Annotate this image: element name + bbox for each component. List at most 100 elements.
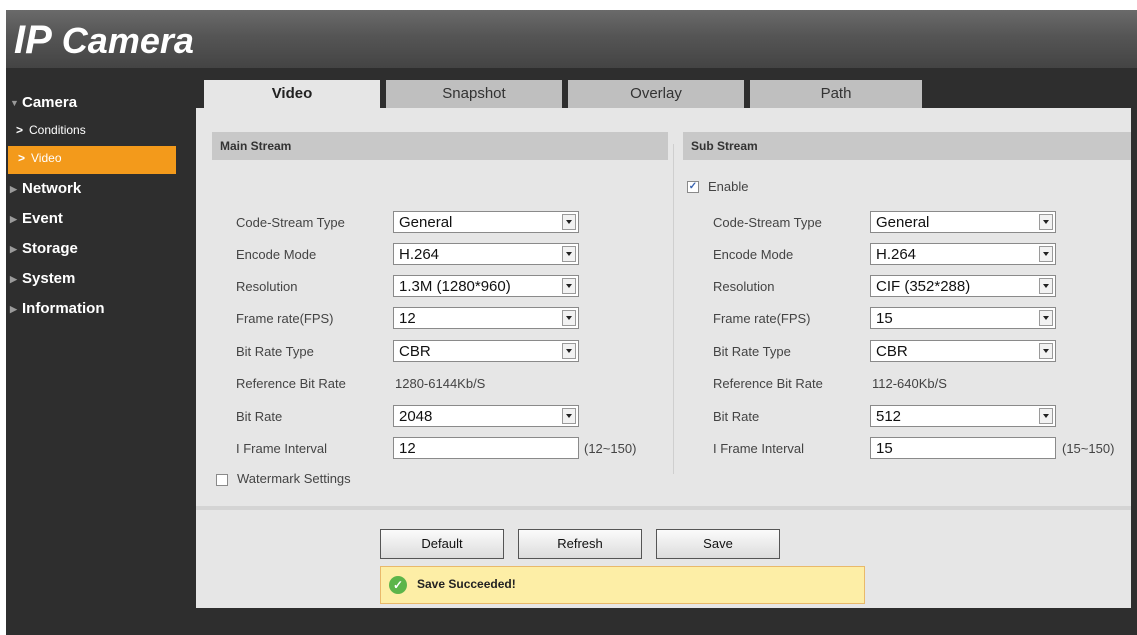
sidebar-item-label: Network xyxy=(22,180,82,197)
save-button[interactable]: Save xyxy=(656,529,780,559)
sidebar-item-camera[interactable]: ▼ Camera xyxy=(6,88,179,118)
sub-enable-checkbox[interactable]: ✓ xyxy=(687,181,699,193)
sub-encode-mode-select[interactable]: H.264 xyxy=(870,243,1056,265)
sub-frame-rate-select[interactable]: 15 xyxy=(870,307,1056,329)
select-value: CBR xyxy=(399,343,431,360)
status-message-text: Save Succeeded! xyxy=(417,577,516,591)
main-i-frame-interval-label: I Frame Interval xyxy=(236,441,328,456)
dropdown-arrow-icon xyxy=(1039,246,1053,262)
status-message: ✓ Save Succeeded! xyxy=(380,566,865,604)
sidebar-subitem-label: Video xyxy=(31,151,62,165)
sub-i-frame-range: (15~150) xyxy=(1062,441,1115,456)
main-code-stream-type-select[interactable]: General xyxy=(393,211,579,233)
main-resolution-select[interactable]: 1.3M (1280*960) xyxy=(393,275,579,297)
caret-right-icon: ▶ xyxy=(10,244,17,254)
tab-path[interactable]: Path xyxy=(750,80,922,108)
sub-enable-label: Enable xyxy=(708,179,749,194)
sub-resolution-select[interactable]: CIF (352*288) xyxy=(870,275,1056,297)
default-button[interactable]: Default xyxy=(380,529,504,559)
sidebar-item-label: Information xyxy=(22,300,105,317)
select-value: 512 xyxy=(876,408,902,425)
sidebar-item-storage[interactable]: ▶ Storage xyxy=(6,234,179,264)
select-value: 2048 xyxy=(399,408,433,425)
watermark-checkbox[interactable] xyxy=(216,474,228,486)
sidebar-subitem-label: Conditions xyxy=(29,123,86,137)
chevron-right-icon: > xyxy=(16,123,24,137)
chevron-right-icon: > xyxy=(18,151,26,165)
main-i-frame-range: (12~150) xyxy=(584,441,637,456)
app-logo: IP Camera xyxy=(14,18,194,63)
main-i-frame-interval-input[interactable]: 12 xyxy=(393,437,579,459)
input-value: 12 xyxy=(399,440,416,457)
tab-video[interactable]: Video xyxy=(204,80,380,108)
sidebar-item-event[interactable]: ▶ Event xyxy=(6,204,179,234)
sidebar-item-label: Event xyxy=(22,210,63,227)
sub-bit-rate-type-select[interactable]: CBR xyxy=(870,340,1056,362)
sidebar-item-system[interactable]: ▶ System xyxy=(6,264,179,294)
main-frame-rate-select[interactable]: 12 xyxy=(393,307,579,329)
sub-bit-rate-label: Bit Rate xyxy=(713,409,760,424)
sub-i-frame-interval-input[interactable]: 15 xyxy=(870,437,1056,459)
dropdown-arrow-icon xyxy=(562,408,576,424)
check-icon: ✓ xyxy=(389,576,407,594)
app-header: IP Camera xyxy=(6,10,1137,68)
sub-reference-bit-rate-value: 112-640Kb/S xyxy=(872,376,947,391)
input-value: 15 xyxy=(876,440,893,457)
select-value: CBR xyxy=(876,343,908,360)
sidebar-subitem-conditions[interactable]: > Conditions xyxy=(6,118,179,146)
sub-code-stream-type-select[interactable]: General xyxy=(870,211,1056,233)
sub-reference-bit-rate-label: Reference Bit Rate xyxy=(713,376,823,391)
select-value: 12 xyxy=(399,310,416,327)
main-bit-rate-type-label: Bit Rate Type xyxy=(236,344,314,359)
sidebar-item-label: System xyxy=(22,270,76,287)
sidebar-subitem-video[interactable]: > Video xyxy=(8,146,176,174)
sub-i-frame-interval-label: I Frame Interval xyxy=(713,441,805,456)
main-bit-rate-type-select[interactable]: CBR xyxy=(393,340,579,362)
sub-bit-rate-type-label: Bit Rate Type xyxy=(713,344,791,359)
dropdown-arrow-icon xyxy=(1039,214,1053,230)
caret-right-icon: ▶ xyxy=(10,274,17,284)
select-value: H.264 xyxy=(876,246,917,263)
sub-code-stream-type-label: Code-Stream Type xyxy=(713,215,822,230)
main-code-stream-type-label: Code-Stream Type xyxy=(236,215,345,230)
refresh-button[interactable]: Refresh xyxy=(518,529,642,559)
sub-frame-rate-label: Frame rate(FPS) xyxy=(713,311,811,326)
sidebar-item-label: Storage xyxy=(22,240,78,257)
content-panel: Video Snapshot Overlay Path Main Stream … xyxy=(196,78,1131,608)
sidebar-item-network[interactable]: ▶ Network xyxy=(6,174,179,204)
main-encode-mode-select[interactable]: H.264 xyxy=(393,243,579,265)
dropdown-arrow-icon xyxy=(562,310,576,326)
dropdown-arrow-icon xyxy=(562,343,576,359)
tab-overlay[interactable]: Overlay xyxy=(568,80,744,108)
logo-ip: IP xyxy=(14,18,52,62)
select-value: General xyxy=(876,214,930,231)
caret-right-icon: ▶ xyxy=(10,184,17,194)
tab-snapshot[interactable]: Snapshot xyxy=(386,80,562,108)
sub-bit-rate-select[interactable]: 512 xyxy=(870,405,1056,427)
select-value: 1.3M (1280*960) xyxy=(399,278,511,295)
sidebar: ▼ Camera > Conditions > Video ▶ Network ▶ … xyxy=(6,88,179,324)
select-value: H.264 xyxy=(399,246,440,263)
caret-right-icon: ▶ xyxy=(10,214,17,224)
dropdown-arrow-icon xyxy=(1039,310,1053,326)
dropdown-arrow-icon xyxy=(1039,343,1053,359)
select-value: CIF (352*288) xyxy=(876,278,971,295)
dropdown-arrow-icon xyxy=(1039,278,1053,294)
caret-right-icon: ▶ xyxy=(10,304,17,314)
main-encode-mode-label: Encode Mode xyxy=(236,247,317,262)
main-reference-bit-rate-value: 1280-6144Kb/S xyxy=(395,376,486,391)
sidebar-item-information[interactable]: ▶ Information xyxy=(6,294,179,324)
stream-divider xyxy=(673,144,674,474)
bottom-bar xyxy=(196,608,1131,625)
dropdown-arrow-icon xyxy=(562,246,576,262)
sidebar-item-label: Camera xyxy=(22,94,78,111)
dropdown-arrow-icon xyxy=(562,214,576,230)
select-value: 15 xyxy=(876,310,893,327)
footer-separator xyxy=(196,506,1131,510)
dropdown-arrow-icon xyxy=(1039,408,1053,424)
main-bit-rate-select[interactable]: 2048 xyxy=(393,405,579,427)
main-reference-bit-rate-label: Reference Bit Rate xyxy=(236,376,346,391)
dropdown-arrow-icon xyxy=(562,278,576,294)
sub-stream-header: Sub Stream xyxy=(683,132,1131,160)
logo-word: Camera xyxy=(51,20,194,61)
